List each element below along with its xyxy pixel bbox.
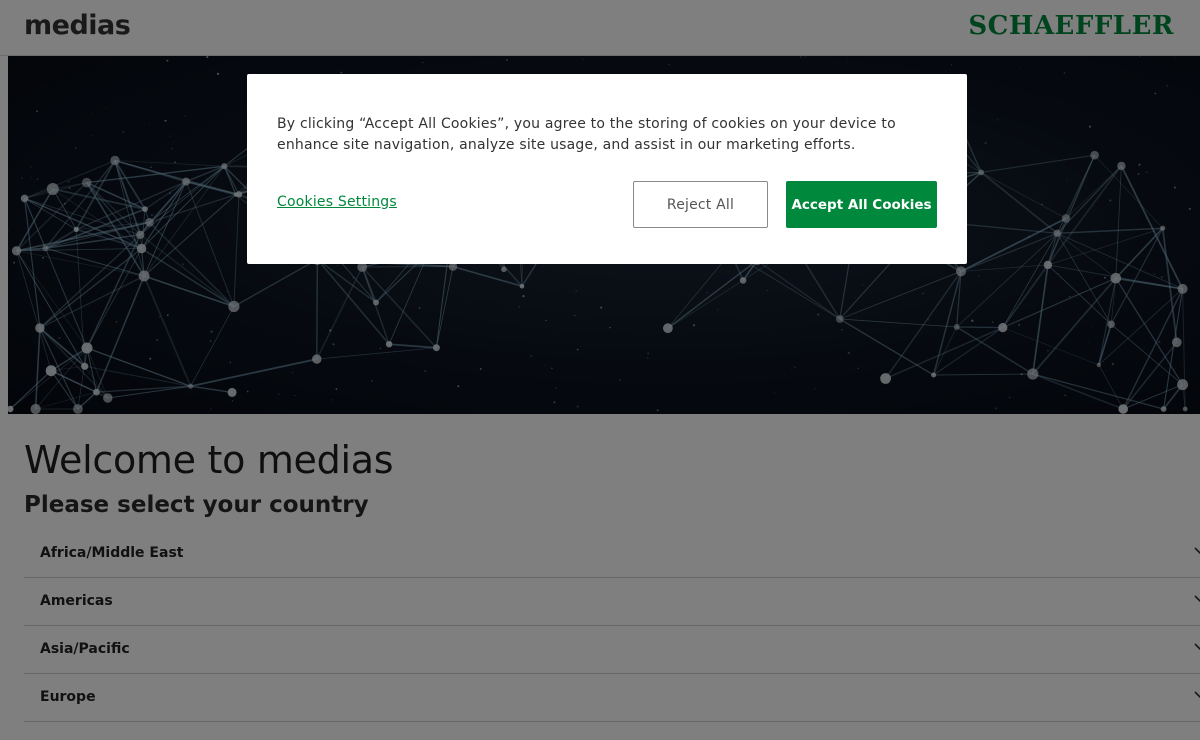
accept-all-cookies-button[interactable]: Accept All Cookies — [786, 181, 937, 228]
cookie-consent-dialog: By clicking “Accept All Cookies”, you ag… — [247, 74, 967, 264]
cookie-consent-text: By clicking “Accept All Cookies”, you ag… — [277, 116, 896, 153]
reject-all-button[interactable]: Reject All — [633, 181, 768, 228]
cookies-settings-link[interactable]: Cookies Settings — [277, 194, 397, 210]
